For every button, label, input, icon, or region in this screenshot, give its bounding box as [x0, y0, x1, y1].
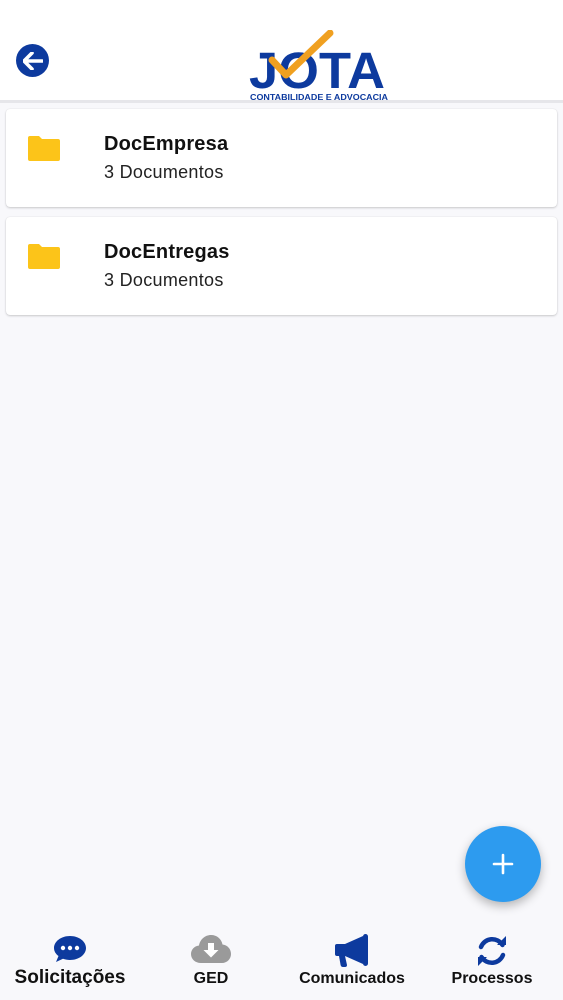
logo-word: JOTA [249, 42, 385, 99]
nav-label: GED [193, 970, 229, 987]
add-button[interactable] [465, 826, 541, 902]
app-root: JOTA CONTABILIDADE E ADVOCACIA DocEmpres… [0, 0, 563, 1000]
chat-bubble-icon [54, 936, 86, 962]
folder-list: DocEmpresa 3 Documentos DocEntregas 3 Do… [6, 109, 557, 325]
folder-document-count: 3 Documentos [104, 162, 224, 182]
folder-name: DocEmpresa [104, 133, 229, 155]
nav-label: Processos [451, 970, 533, 987]
back-button[interactable] [16, 44, 49, 77]
arrow-left-icon [22, 51, 43, 70]
folder-icon [28, 244, 60, 269]
brand-logo: JOTA CONTABILIDADE E ADVOCACIA [248, 30, 393, 102]
nav-label: Solicitações [14, 967, 126, 988]
folder-name: DocEntregas [104, 241, 230, 263]
plus-icon [492, 853, 514, 875]
nav-item-solicitacoes[interactable]: Solicitações [4, 918, 136, 1000]
app-header: JOTA CONTABILIDADE E ADVOCACIA [0, 0, 563, 103]
nav-item-processos[interactable]: Processos [440, 918, 544, 1000]
folder-card-docentregas[interactable]: DocEntregas 3 Documentos [6, 217, 557, 315]
nav-item-comunicados[interactable]: Comunicados [288, 918, 416, 1000]
cloud-download-icon [191, 935, 231, 963]
bottom-navigation: Solicitações GED Comunicados Processos [0, 918, 563, 1000]
megaphone-icon [335, 934, 368, 967]
nav-label: Comunicados [299, 970, 405, 987]
folder-document-count: 3 Documentos [104, 270, 224, 290]
folder-card-docempresa[interactable]: DocEmpresa 3 Documentos [6, 109, 557, 207]
nav-item-ged[interactable]: GED [165, 918, 257, 1000]
sync-icon [478, 936, 506, 966]
folder-icon [28, 136, 60, 161]
logo-tagline: CONTABILIDADE E ADVOCACIA [250, 93, 388, 102]
